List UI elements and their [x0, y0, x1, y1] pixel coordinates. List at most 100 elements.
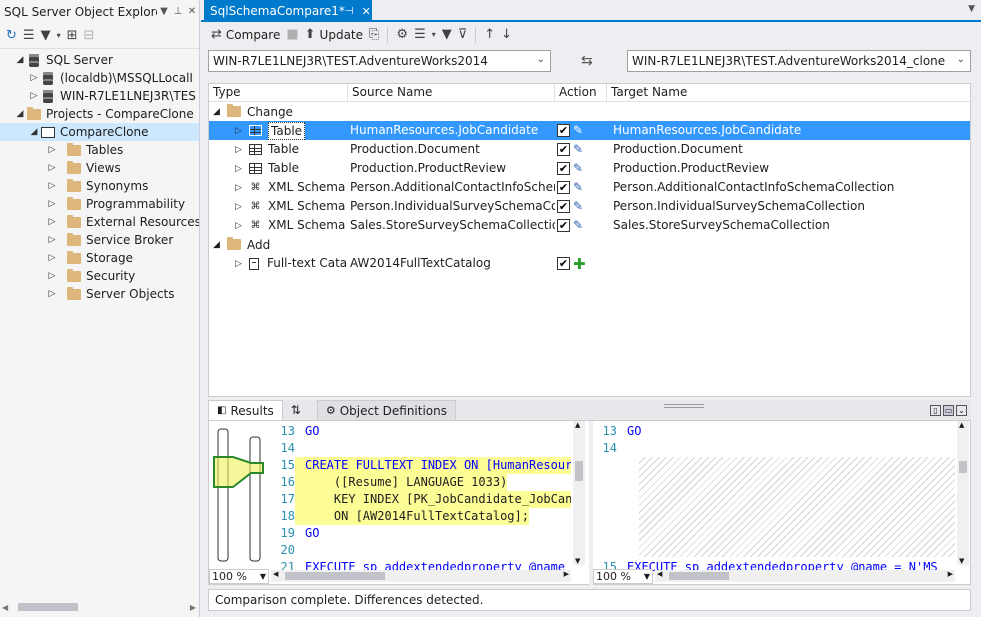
collapsed-arrow-icon[interactable]: ▷ — [46, 235, 58, 245]
stop-icon[interactable]: ■ — [286, 27, 298, 42]
scroll-thumb[interactable] — [959, 461, 967, 473]
target-code-pane[interactable]: 13 GO 14 15 EXECUTE sp_addextendedproperty… — [593, 421, 955, 585]
scroll-left-icon[interactable]: ◀ — [657, 570, 662, 578]
swap-icon[interactable]: ⇆ — [581, 53, 593, 69]
table-row[interactable]: ▷ ⌘ XML Schema C Sales.StoreSurveySchema… — [209, 216, 970, 235]
expanded-arrow-icon[interactable]: ◢ — [14, 109, 26, 119]
arrow-down-icon[interactable]: ↓ — [501, 27, 512, 42]
chevron-down-icon[interactable]: ▼ — [968, 4, 975, 14]
group-results-icon[interactable]: ☰ — [414, 27, 426, 42]
tree-item-win-server[interactable]: ▷ WIN-R7LE1LNEJ3R\TES — [0, 87, 199, 105]
source-code-pane[interactable]: 13 GO 14 15 CREATE FULLTEXT INDEX ON [Huma… — [271, 421, 571, 585]
tree-item-security[interactable]: ▷ Security — [0, 267, 199, 285]
expanded-arrow-icon[interactable]: ◢ — [28, 127, 40, 137]
difference-map[interactable] — [211, 421, 271, 565]
dropdown-icon[interactable]: ▾ — [57, 31, 61, 40]
collapsed-arrow-icon[interactable]: ▷ — [28, 91, 40, 101]
explorer-horizontal-scrollbar[interactable]: ◀ ▶ — [2, 601, 196, 613]
collapsed-arrow-icon[interactable]: ▷ — [46, 145, 58, 155]
filter-icon[interactable]: ▼ — [442, 27, 452, 42]
scroll-thumb[interactable] — [575, 461, 583, 481]
collapsed-arrow-icon[interactable]: ▷ — [235, 126, 242, 136]
collapsed-arrow-icon[interactable]: ▷ — [46, 271, 58, 281]
tree-item-programmability[interactable]: ▷ Programmability — [0, 195, 199, 213]
sort-icon[interactable]: ⇅ — [291, 400, 301, 420]
expanded-arrow-icon[interactable]: ◢ — [14, 55, 26, 65]
source-database-select[interactable]: WIN-R7LE1LNEJ3R\TEST.AdventureWorks2014 … — [208, 50, 551, 72]
scroll-right-icon[interactable]: ▶ — [948, 570, 953, 578]
tree-item-storage[interactable]: ▷ Storage — [0, 249, 199, 267]
include-checkbox[interactable]: ✔ — [557, 219, 570, 232]
add-server-icon[interactable]: ⊞ — [67, 28, 78, 43]
tree-item-server-objects[interactable]: ▷ Server Objects — [0, 285, 199, 303]
target-database-select[interactable]: WIN-R7LE1LNEJ3R\TEST.AdventureWorks2014_… — [627, 50, 971, 72]
tree-item-tables[interactable]: ▷ Tables — [0, 141, 199, 159]
collapsed-arrow-icon[interactable]: ▷ — [235, 145, 242, 155]
group-row-change[interactable]: ◢ Change — [209, 102, 970, 121]
tab-object-definitions[interactable]: ⚙ Object Definitions — [316, 400, 456, 420]
filter-icon[interactable]: ▼ — [41, 28, 51, 43]
tree-item-localdb[interactable]: ▷ (localdb)\MSSQLLocalI — [0, 69, 199, 87]
collapsed-arrow-icon[interactable]: ▷ — [46, 181, 58, 191]
refresh-icon[interactable]: ↻ — [6, 28, 17, 43]
collapsed-arrow-icon[interactable]: ▷ — [46, 163, 58, 173]
close-icon[interactable]: ✕ — [362, 5, 371, 18]
table-row[interactable]: ▷ Table Production.Document ✔ ✎ Producti… — [209, 140, 970, 159]
scroll-up-icon[interactable]: ▲ — [575, 421, 580, 429]
collapse-all-icon[interactable]: ☰ — [23, 28, 35, 43]
table-row[interactable]: ▷ ⌘ XML Schema C Person.IndividualSurvey… — [209, 197, 970, 216]
close-icon[interactable]: ✕ — [185, 6, 199, 17]
split-vertical-icon[interactable]: ▯ — [930, 404, 941, 416]
scroll-left-icon[interactable]: ◀ — [273, 570, 278, 578]
scroll-thumb[interactable] — [285, 572, 385, 580]
scroll-down-icon[interactable]: ▼ — [575, 557, 580, 565]
compare-button[interactable]: ⇄ Compare — [211, 27, 280, 42]
scroll-up-icon[interactable]: ▲ — [959, 421, 964, 429]
scroll-thumb[interactable] — [18, 603, 78, 611]
arrow-up-icon[interactable]: ↑ — [484, 27, 495, 42]
scroll-down-icon[interactable]: ▼ — [959, 557, 964, 565]
tree-item-views[interactable]: ▷ Views — [0, 159, 199, 177]
split-horizontal-icon[interactable]: ▭ — [943, 404, 954, 416]
scroll-left-icon[interactable]: ◀ — [2, 603, 8, 612]
gear-icon[interactable]: ⚙ — [396, 27, 408, 42]
expanded-arrow-icon[interactable]: ◢ — [213, 107, 225, 117]
target-zoom-select[interactable]: 100 % ▼ — [593, 569, 653, 584]
target-horizontal-scrollbar[interactable]: ◀ ▶ — [655, 570, 955, 582]
tab-sqlschemacompare1[interactable]: SqlSchemaCompare1* ⊣ ✕ — [204, 0, 372, 22]
pin-icon[interactable]: ⊥ — [171, 6, 185, 17]
disconnect-icon[interactable]: ⊟ — [83, 28, 94, 43]
table-row[interactable]: ▷ Table HumanResources.JobCandidate ✔ ✎ … — [209, 121, 970, 140]
tree-item-compareclone[interactable]: ◢ CompareClone — [0, 123, 199, 141]
scroll-right-icon[interactable]: ▶ — [190, 603, 196, 612]
include-checkbox[interactable]: ✔ — [557, 257, 570, 270]
include-checkbox[interactable]: ✔ — [557, 124, 570, 137]
group-row-add[interactable]: ◢ Add — [209, 235, 970, 254]
collapsed-arrow-icon[interactable]: ▷ — [46, 289, 58, 299]
expanded-arrow-icon[interactable]: ◢ — [213, 240, 225, 250]
tree-item-external-resources[interactable]: ▷ External Resources — [0, 213, 199, 231]
update-button[interactable]: ⬆ Update — [305, 27, 363, 42]
tab-results[interactable]: ◧ Results — [208, 400, 283, 420]
source-zoom-select[interactable]: 100 % ▼ — [209, 569, 269, 584]
include-checkbox[interactable]: ✔ — [557, 143, 570, 156]
filter-options-icon[interactable]: ⊽ — [458, 27, 468, 42]
table-row[interactable]: ▷ Full-text Catalc AW2014FullTextCatalog… — [209, 254, 970, 273]
collapsed-arrow-icon[interactable]: ▷ — [235, 221, 242, 231]
collapsed-arrow-icon[interactable]: ▷ — [46, 199, 58, 209]
include-checkbox[interactable]: ✔ — [557, 162, 570, 175]
table-row[interactable]: ▷ ⌘ XML Schema C Person.AdditionalContac… — [209, 178, 970, 197]
chevron-down-icon[interactable]: ▼ — [157, 6, 171, 17]
collapsed-arrow-icon[interactable]: ▷ — [235, 164, 242, 174]
include-checkbox[interactable]: ✔ — [557, 181, 570, 194]
source-vertical-scrollbar[interactable]: ▲ ▼ — [573, 421, 585, 565]
target-vertical-scrollbar[interactable]: ▲ ▼ — [957, 421, 969, 565]
collapse-pane-icon[interactable]: ⌄ — [956, 404, 967, 416]
tree-item-synonyms[interactable]: ▷ Synonyms — [0, 177, 199, 195]
collapsed-arrow-icon[interactable]: ▷ — [46, 253, 58, 263]
tree-item-sql-server[interactable]: ◢ SQL Server — [0, 51, 199, 69]
scroll-thumb[interactable] — [669, 572, 729, 580]
collapsed-arrow-icon[interactable]: ▷ — [235, 183, 242, 193]
tree-item-projects[interactable]: ◢ Projects - CompareClone — [0, 105, 199, 123]
collapsed-arrow-icon[interactable]: ▷ — [235, 202, 242, 212]
